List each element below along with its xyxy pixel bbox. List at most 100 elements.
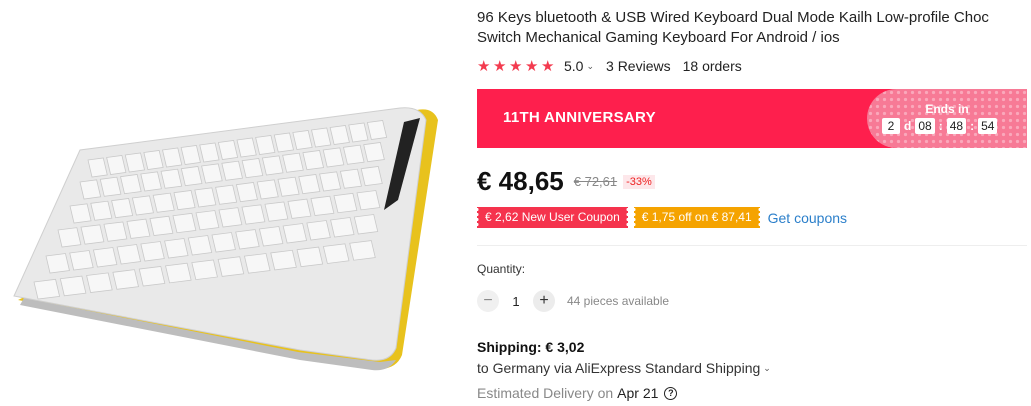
delivery-label: Estimated Delivery on xyxy=(477,385,614,401)
product-title: 96 Keys bluetooth & USB Wired Keyboard D… xyxy=(477,9,989,46)
get-coupons-link[interactable]: Get coupons xyxy=(768,210,847,226)
orders-count: 18 orders xyxy=(682,58,742,74)
keycap xyxy=(173,190,196,211)
keycap xyxy=(282,223,308,244)
promo-banner: 11TH ANNIVERSARY Ends in 2 d 08 : 48 : 5… xyxy=(477,89,1027,148)
keycap xyxy=(296,246,324,268)
keycap xyxy=(191,259,218,281)
chevron-down-icon: ⌄ xyxy=(763,362,771,373)
keycap xyxy=(217,256,245,277)
keycap xyxy=(140,241,165,262)
shipping-method-dropdown[interactable]: to Germany via AliExpress Standard Shipp… xyxy=(477,360,771,376)
keycap xyxy=(353,214,379,235)
keycap xyxy=(57,227,82,248)
countdown-panel: Ends in 2 d 08 : 48 : 54 xyxy=(867,89,1027,148)
countdown-minutes: 48 xyxy=(946,118,967,134)
star-icon: ★ xyxy=(477,57,491,75)
time-separator: : xyxy=(938,119,943,133)
shipping-route: to Germany via AliExpress Standard Shipp… xyxy=(477,360,761,376)
keycap xyxy=(306,220,331,241)
star-icon: ★ xyxy=(493,57,507,75)
rating-dropdown[interactable]: 5.0 ⌄ xyxy=(564,58,594,74)
keycap xyxy=(270,249,297,271)
keycap xyxy=(241,204,266,225)
keycap xyxy=(99,176,122,197)
keycap xyxy=(241,158,264,179)
store-coupon[interactable]: € 1,75 off on € 87,41 xyxy=(633,207,760,228)
keycap xyxy=(363,142,385,163)
keycap xyxy=(310,195,335,217)
quantity-increase-button[interactable]: + xyxy=(533,290,555,312)
keycap xyxy=(152,192,175,213)
countdown-hours: 08 xyxy=(915,118,935,134)
keycap xyxy=(333,192,358,214)
keycap xyxy=(79,179,102,200)
price-row: € 48,65 € 72,61 -33% xyxy=(477,166,655,197)
stock-available: 44 pieces available xyxy=(567,294,670,308)
keycap xyxy=(69,203,92,224)
keycap xyxy=(138,265,166,287)
keycap xyxy=(322,147,345,168)
star-icon: ★ xyxy=(541,57,555,75)
discount-badge: -33% xyxy=(623,174,655,189)
product-image[interactable] xyxy=(0,0,448,406)
chevron-down-icon: ⌄ xyxy=(586,60,595,71)
days-unit: d xyxy=(904,119,912,133)
new-user-coupon[interactable]: € 2,62 New User Coupon xyxy=(477,207,628,228)
keycap xyxy=(180,166,203,187)
keycap xyxy=(164,238,189,259)
keycap xyxy=(149,215,174,237)
keyboard-illustration xyxy=(13,107,438,371)
keycap xyxy=(126,218,151,239)
keycap xyxy=(287,198,312,219)
keycap xyxy=(103,221,128,242)
quantity-decrease-button[interactable]: − xyxy=(477,290,499,312)
keycap xyxy=(187,235,213,256)
help-icon[interactable]: ? xyxy=(664,386,678,400)
keycap xyxy=(339,168,362,189)
keycap xyxy=(86,272,113,293)
countdown-timer: 2 d 08 : 48 : 54 xyxy=(882,118,998,134)
keycap xyxy=(349,240,376,261)
original-price: € 72,61 xyxy=(573,174,618,189)
keycap xyxy=(111,198,134,219)
reviews-link[interactable]: 3 Reviews xyxy=(606,58,671,74)
keycap xyxy=(80,224,105,245)
keycap xyxy=(302,150,325,171)
keycap xyxy=(322,243,350,264)
keycap xyxy=(360,166,383,187)
keycap xyxy=(45,253,70,274)
keycap xyxy=(215,184,238,205)
keycap xyxy=(330,217,355,238)
divider xyxy=(477,245,1027,246)
keycap xyxy=(264,201,289,222)
coupons-row: € 2,62 New User Coupon € 1,75 off on € 8… xyxy=(477,207,847,228)
time-separator: : xyxy=(970,119,975,133)
keycap xyxy=(277,176,300,197)
keycap xyxy=(90,200,113,221)
keycap xyxy=(120,174,142,195)
keycap xyxy=(165,262,192,284)
quantity-input[interactable]: 1 xyxy=(499,294,533,309)
keycap xyxy=(172,212,197,234)
keycap xyxy=(112,269,139,290)
star-icon: ★ xyxy=(509,57,523,75)
keycap xyxy=(298,174,321,195)
rating-row: ★ ★ ★ ★ ★ 5.0 ⌄ 3 Reviews 18 orders xyxy=(477,56,742,76)
keycap xyxy=(258,226,284,247)
promo-title: 11TH ANNIVERSARY xyxy=(503,109,656,126)
keycap xyxy=(194,187,217,208)
quantity-label: Quantity: xyxy=(477,262,526,276)
keycap xyxy=(131,195,154,216)
estimated-delivery: Estimated Delivery on Apr 21 ? xyxy=(477,385,678,401)
keycap xyxy=(116,244,142,265)
keycap xyxy=(261,155,284,176)
keycap xyxy=(356,190,381,211)
ends-in-label: Ends in xyxy=(925,102,969,116)
keycap xyxy=(243,253,271,274)
keycap xyxy=(218,207,243,228)
keycap xyxy=(342,144,365,165)
keycap xyxy=(221,160,243,181)
current-price: € 48,65 xyxy=(477,166,564,196)
keycap xyxy=(211,232,236,253)
